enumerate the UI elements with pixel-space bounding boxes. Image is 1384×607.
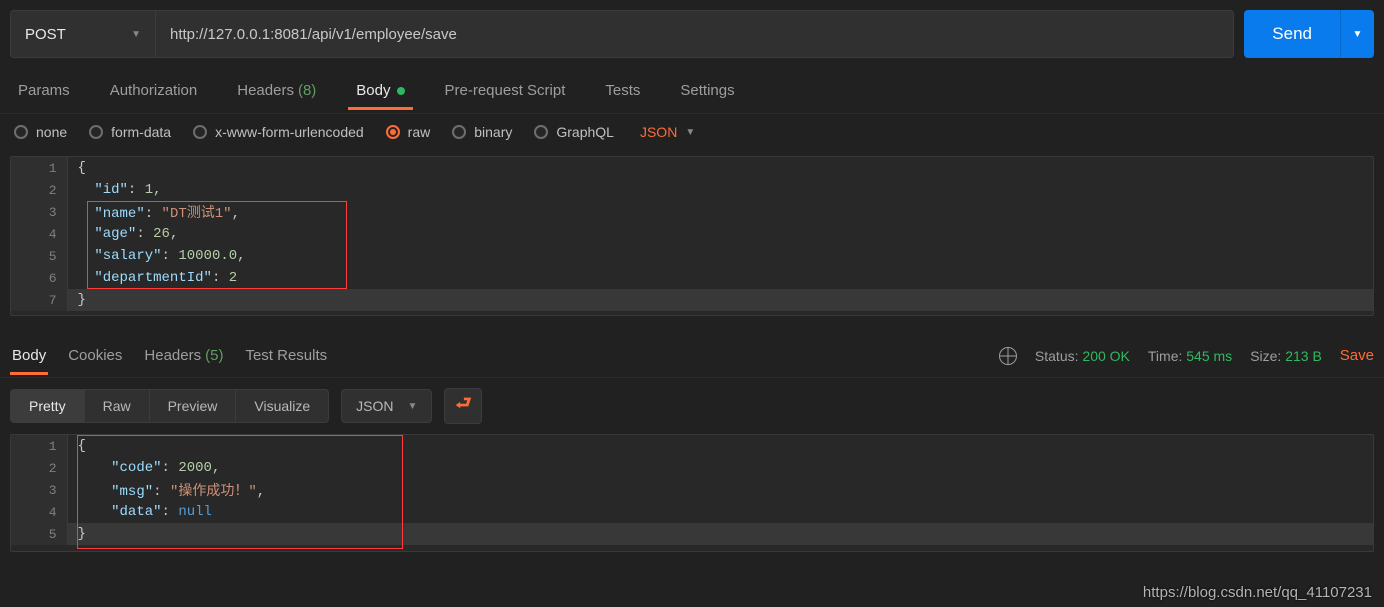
view-mode-group: Pretty Raw Preview Visualize bbox=[10, 389, 329, 423]
radio-none[interactable]: none bbox=[14, 124, 67, 140]
radio-urlencoded[interactable]: x-www-form-urlencoded bbox=[193, 124, 364, 140]
response-bar: Body Cookies Headers(5) Test Results Sta… bbox=[0, 334, 1384, 378]
raw-type-select[interactable]: JSON▼ bbox=[640, 124, 695, 140]
radio-raw[interactable]: raw bbox=[386, 124, 431, 140]
resp-tab-body[interactable]: Body bbox=[10, 337, 48, 375]
send-button[interactable]: Send bbox=[1244, 10, 1340, 58]
response-body-viewer[interactable]: 1{ 2 "code": 2000, 3 "msg": "操作成功！", 4 "… bbox=[10, 434, 1374, 552]
mode-visualize[interactable]: Visualize bbox=[236, 390, 328, 422]
tab-prerequest[interactable]: Pre-request Script bbox=[437, 72, 574, 109]
radio-icon bbox=[452, 125, 466, 139]
send-button-group: Send ▼ bbox=[1244, 10, 1374, 58]
modified-dot-icon bbox=[397, 87, 405, 95]
wrap-icon: ⮐ bbox=[455, 391, 471, 421]
url-bar: POST ▼ Send ▼ bbox=[0, 0, 1384, 68]
url-input[interactable] bbox=[155, 10, 1234, 58]
resp-tab-tests[interactable]: Test Results bbox=[243, 337, 329, 374]
radio-binary[interactable]: binary bbox=[452, 124, 512, 140]
tab-body[interactable]: Body bbox=[348, 72, 412, 110]
send-options-button[interactable]: ▼ bbox=[1340, 10, 1374, 58]
tab-settings[interactable]: Settings bbox=[672, 72, 742, 109]
mode-raw[interactable]: Raw bbox=[85, 390, 150, 422]
chevron-down-icon: ▼ bbox=[408, 401, 418, 412]
radio-icon bbox=[89, 125, 103, 139]
tab-headers[interactable]: Headers(8) bbox=[229, 72, 324, 109]
http-method-select[interactable]: POST ▼ bbox=[10, 10, 155, 58]
tab-params[interactable]: Params bbox=[10, 72, 78, 109]
chevron-down-icon: ▼ bbox=[131, 29, 141, 40]
radio-form-data[interactable]: form-data bbox=[89, 124, 171, 140]
response-toolbar: Pretty Raw Preview Visualize JSON ▼ ⮐ bbox=[0, 378, 1384, 434]
response-status: Status: 200 OK Time: 545 ms Size: 213 B … bbox=[999, 347, 1374, 365]
request-tabs: Params Authorization Headers(8) Body Pre… bbox=[0, 68, 1384, 114]
globe-icon[interactable] bbox=[999, 347, 1017, 365]
body-type-row: none form-data x-www-form-urlencoded raw… bbox=[0, 114, 1384, 150]
chevron-down-icon: ▼ bbox=[685, 127, 695, 138]
mode-pretty[interactable]: Pretty bbox=[11, 390, 85, 422]
save-response-button[interactable]: Save bbox=[1340, 347, 1374, 364]
response-tabs: Body Cookies Headers(5) Test Results bbox=[10, 337, 329, 374]
http-method-label: POST bbox=[25, 26, 66, 43]
wrap-line-button[interactable]: ⮐ bbox=[444, 388, 482, 424]
request-body-editor[interactable]: 1{ 2 "id": 1, 3 "name": "DT测试1", 4 "age"… bbox=[10, 156, 1374, 316]
tab-tests[interactable]: Tests bbox=[597, 72, 648, 109]
response-type-select[interactable]: JSON ▼ bbox=[341, 389, 432, 423]
radio-icon bbox=[534, 125, 548, 139]
watermark: https://blog.csdn.net/qq_41107231 bbox=[1143, 584, 1372, 601]
mode-preview[interactable]: Preview bbox=[150, 390, 237, 422]
radio-graphql[interactable]: GraphQL bbox=[534, 124, 614, 140]
resp-tab-headers[interactable]: Headers(5) bbox=[142, 337, 225, 374]
tab-authorization[interactable]: Authorization bbox=[102, 72, 206, 109]
resp-tab-cookies[interactable]: Cookies bbox=[66, 337, 124, 374]
radio-icon bbox=[386, 125, 400, 139]
radio-icon bbox=[193, 125, 207, 139]
radio-icon bbox=[14, 125, 28, 139]
